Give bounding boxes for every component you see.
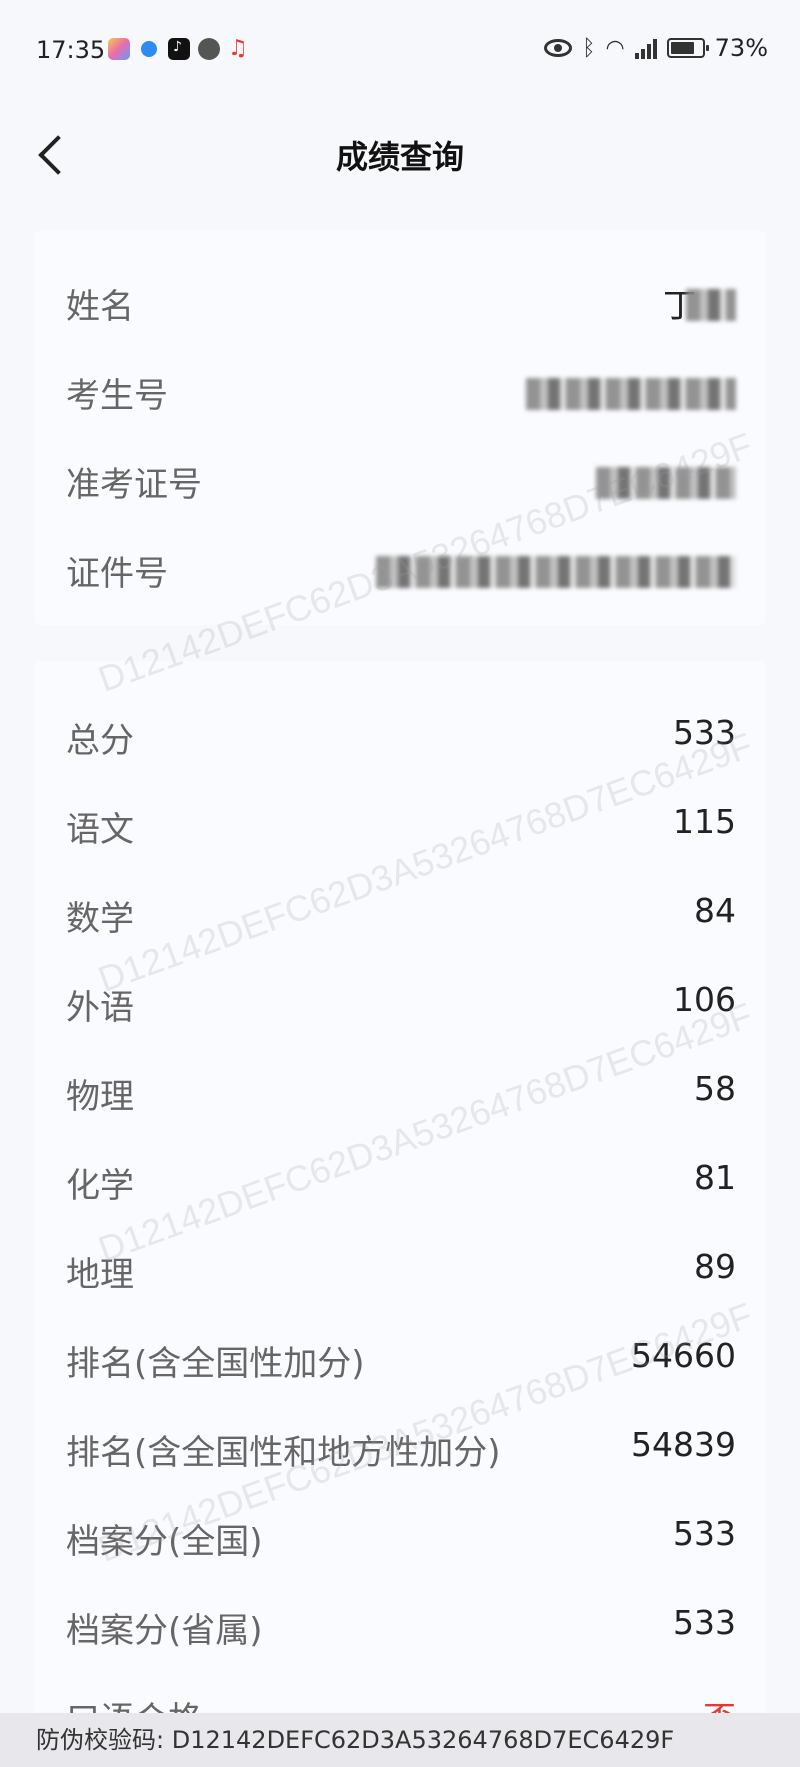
score-label: 档案分(省属) bbox=[66, 1611, 263, 1651]
info-label: 姓名 bbox=[66, 287, 134, 327]
info-row-candidate-number: 考生号 bbox=[34, 344, 766, 433]
redacted-value bbox=[596, 467, 736, 499]
nav-bar: 成绩查询 bbox=[0, 104, 800, 204]
status-time: 17:35 bbox=[36, 36, 106, 64]
page-title: 成绩查询 bbox=[335, 138, 464, 176]
score-row: 档案分(全国) 533 bbox=[34, 1490, 766, 1579]
notification-icons: ♫ bbox=[108, 38, 250, 60]
score-label: 物理 bbox=[66, 1077, 134, 1117]
anti-counterfeit-footer: 防伪校验码: D12142DEFC62D3A53264768D7EC6429F bbox=[0, 1713, 800, 1767]
wifi-icon: ◠ bbox=[605, 35, 625, 61]
status-bar: 17:35 ♫ ᛒ ◠ 73% bbox=[0, 0, 800, 104]
redacted-value bbox=[526, 378, 736, 410]
score-label: 地理 bbox=[66, 1255, 134, 1295]
signal-icon bbox=[634, 37, 657, 59]
score-value: 84 bbox=[694, 891, 736, 930]
score-value: 106 bbox=[673, 980, 736, 1019]
score-card: 总分 533 语文 115 数学 84 外语 106 物理 58 化学 81 地理 89 排名… bbox=[34, 661, 766, 1767]
score-label: 外语 bbox=[66, 988, 134, 1028]
app-notification-icon bbox=[198, 38, 220, 60]
score-label: 排名(含全国性和地方性加分) bbox=[66, 1433, 501, 1473]
battery-icon bbox=[666, 38, 709, 58]
music-app-icon: ♫ bbox=[228, 36, 248, 61]
info-row-admission-number: 准考证号 bbox=[34, 433, 766, 522]
score-value: 533 bbox=[673, 1514, 736, 1553]
bluetooth-icon: ᛒ bbox=[582, 35, 596, 61]
score-value: 81 bbox=[694, 1158, 736, 1197]
score-value: 115 bbox=[673, 802, 736, 841]
eye-icon bbox=[544, 39, 573, 57]
redacted-value bbox=[376, 556, 736, 588]
info-label: 考生号 bbox=[66, 376, 168, 416]
redacted-value bbox=[686, 289, 736, 321]
score-row: 排名(含全国性加分) 54660 bbox=[34, 1312, 766, 1401]
footer-label: 防伪校验码: bbox=[36, 1726, 165, 1754]
score-value: 58 bbox=[694, 1069, 736, 1108]
score-value: 54660 bbox=[631, 1336, 736, 1375]
score-value: 533 bbox=[673, 1603, 736, 1642]
info-label: 证件号 bbox=[66, 554, 168, 594]
score-row: 语文 115 bbox=[34, 778, 766, 867]
score-row: 物理 58 bbox=[34, 1045, 766, 1134]
info-label: 准考证号 bbox=[66, 465, 202, 505]
score-label: 档案分(全国) bbox=[66, 1522, 263, 1562]
score-row: 档案分(省属) 533 bbox=[34, 1579, 766, 1668]
score-label: 排名(含全国性加分) bbox=[66, 1344, 365, 1384]
score-row: 外语 106 bbox=[34, 956, 766, 1045]
info-row-id-number: 证件号 bbox=[34, 522, 766, 611]
score-label: 语文 bbox=[66, 810, 134, 850]
battery-percent: 73% bbox=[714, 34, 768, 62]
score-value: 533 bbox=[673, 713, 736, 752]
footer-code: D12142DEFC62D3A53264768D7EC6429F bbox=[171, 1726, 675, 1754]
score-value: 89 bbox=[694, 1247, 736, 1286]
app-dot-icon bbox=[141, 41, 157, 57]
tiktok-app-icon bbox=[168, 38, 190, 60]
candidate-info-card: 姓名 丁 考生号 准考证号 证件号 bbox=[34, 230, 766, 625]
gallery-app-icon bbox=[108, 38, 130, 60]
score-row: 总分 533 bbox=[34, 689, 766, 778]
score-row: 化学 81 bbox=[34, 1134, 766, 1223]
status-right-icons: ᛒ ◠ 73% bbox=[544, 34, 768, 62]
score-value: 54839 bbox=[631, 1425, 736, 1464]
score-row: 数学 84 bbox=[34, 867, 766, 956]
score-row: 地理 89 bbox=[34, 1223, 766, 1312]
score-row: 排名(含全国性和地方性加分) 54839 bbox=[34, 1401, 766, 1490]
score-label: 数学 bbox=[66, 899, 134, 939]
info-row-name: 姓名 丁 bbox=[34, 255, 766, 344]
score-label: 化学 bbox=[66, 1166, 134, 1206]
score-label: 总分 bbox=[66, 721, 134, 761]
